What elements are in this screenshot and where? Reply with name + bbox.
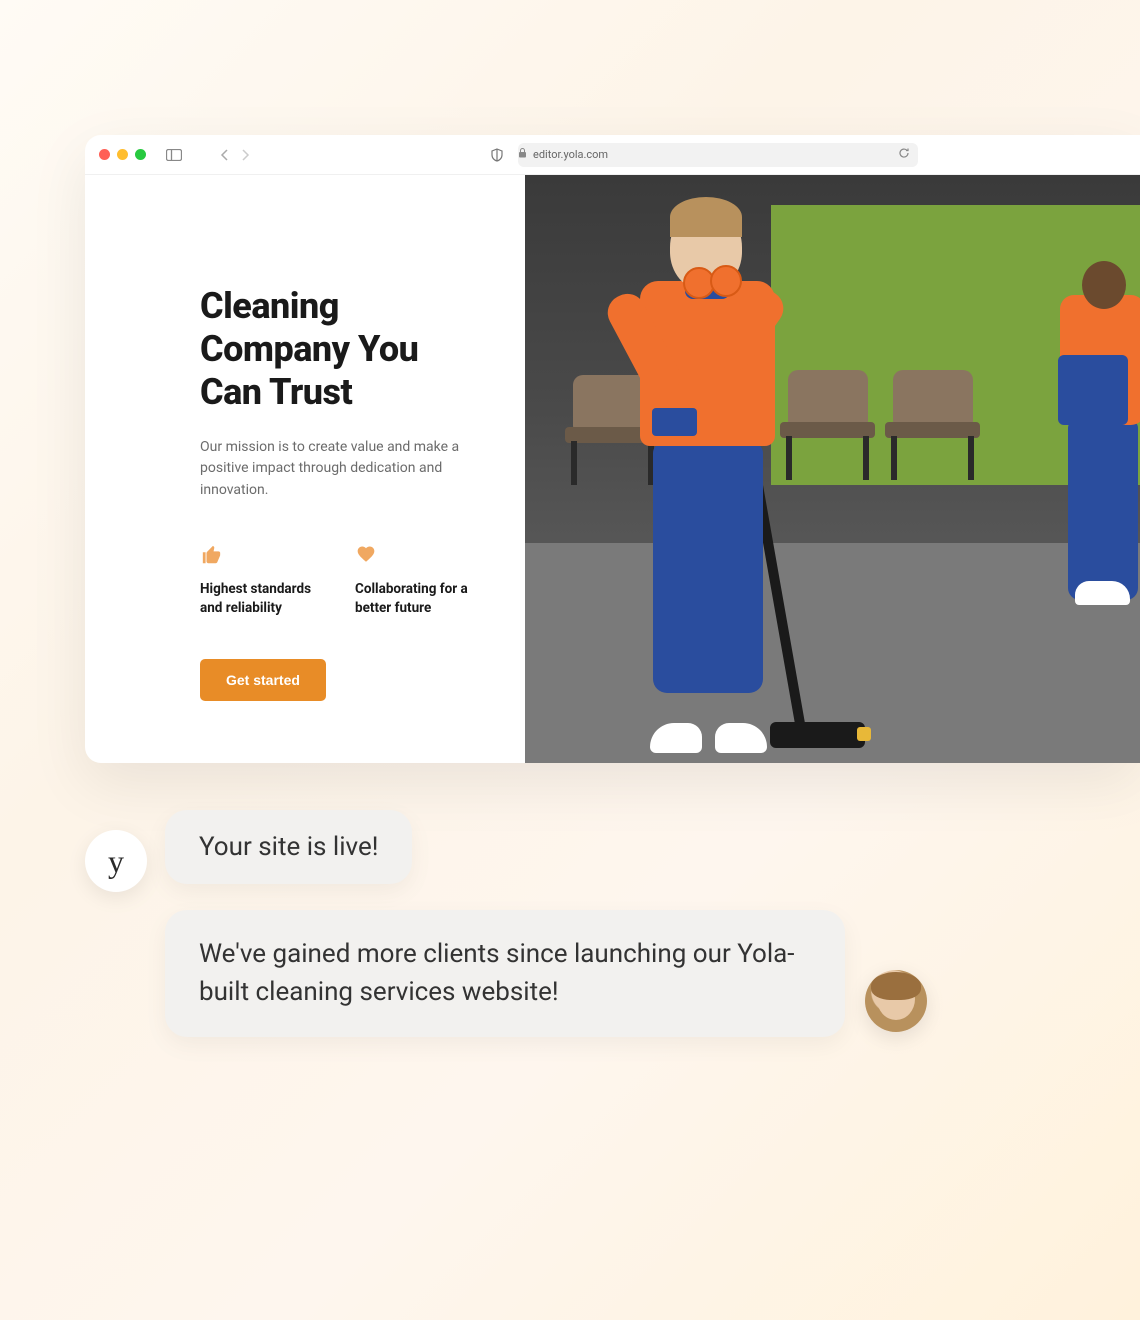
address-bar[interactable]: editor.yola.com: [518, 143, 918, 167]
browser-window: editor.yola.com Cleaning Company You Can…: [85, 135, 1140, 763]
minimize-window-button[interactable]: [117, 149, 128, 160]
chat-bubble-yola: Your site is live!: [165, 810, 412, 884]
website-content: Cleaning Company You Can Trust Our missi…: [85, 175, 1140, 763]
heart-icon: [355, 544, 480, 566]
hero-description: Our mission is to create value and make …: [200, 437, 460, 502]
close-window-button[interactable]: [99, 149, 110, 160]
feature-row: Highest standards and reliability Collab…: [200, 544, 485, 618]
chat-bubble-user: We've gained more clients since launchin…: [165, 910, 845, 1037]
feature-item: Collaborating for a better future: [355, 544, 480, 618]
feature-item: Highest standards and reliability: [200, 544, 325, 618]
user-avatar: [865, 970, 927, 1032]
hero-title: Cleaning Company You Can Trust: [200, 285, 485, 415]
nav-arrows: [220, 149, 250, 161]
feature-text: Collaborating for a better future: [355, 580, 480, 618]
get-started-button[interactable]: Get started: [200, 659, 326, 701]
forward-button[interactable]: [240, 149, 250, 161]
window-controls: [99, 149, 146, 160]
url-text: editor.yola.com: [533, 148, 608, 161]
back-button[interactable]: [220, 149, 230, 161]
browser-toolbar: editor.yola.com: [85, 135, 1140, 175]
hero-image: [525, 175, 1140, 763]
lock-icon: [518, 148, 527, 161]
maximize-window-button[interactable]: [135, 149, 146, 160]
yola-avatar: y: [85, 830, 147, 892]
privacy-shield-icon[interactable]: [490, 148, 504, 162]
feature-text: Highest standards and reliability: [200, 580, 325, 618]
hero-left: Cleaning Company You Can Trust Our missi…: [85, 175, 525, 763]
reload-button[interactable]: [898, 147, 910, 162]
sidebar-toggle-icon[interactable]: [166, 149, 182, 161]
thumbs-up-icon: [200, 544, 325, 566]
